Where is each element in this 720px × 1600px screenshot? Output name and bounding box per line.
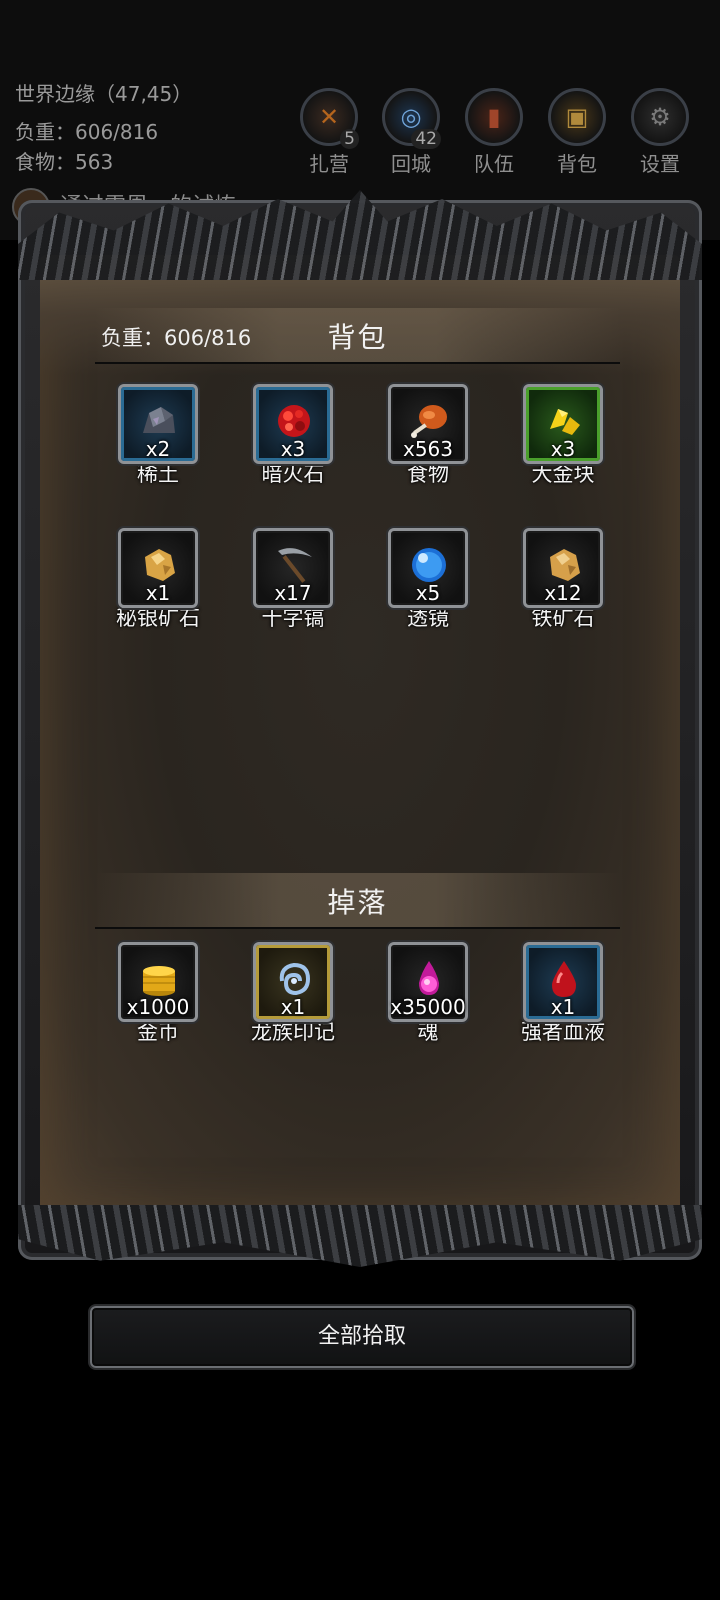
- hud-food-label: 食物：563: [15, 150, 114, 174]
- item-count: x2: [145, 437, 171, 461]
- item-count: x35000: [390, 995, 466, 1019]
- return-city-label: 回城: [391, 152, 431, 176]
- item-count: x3: [280, 437, 306, 461]
- drop-item-gold-coins[interactable]: x1000 金币: [91, 942, 225, 1054]
- item-count: x12: [544, 581, 582, 605]
- camp-label: 扎营: [309, 152, 349, 176]
- backpack-item-iron-ore[interactable]: x12 铁矿石: [496, 528, 630, 640]
- team-label: 队伍: [474, 152, 514, 176]
- backpack-button[interactable]: ▣ 背包: [544, 88, 610, 177]
- pick-all-button[interactable]: 全部拾取: [90, 1306, 634, 1368]
- item-count: x1: [550, 995, 576, 1019]
- backpack-title: 背包: [327, 321, 388, 354]
- item-count: x5: [415, 581, 441, 605]
- backpack-item-rare-earth[interactable]: x2 稀土: [91, 384, 225, 496]
- drop-item-blood[interactable]: x1 强者血液: [496, 942, 630, 1054]
- backpack-item-pickaxe[interactable]: x17 十字镐: [226, 528, 360, 640]
- backpack-item-lens[interactable]: x5 透镜: [361, 528, 495, 640]
- ornament-bottom: [18, 1205, 702, 1267]
- drop-item-dragon-mark[interactable]: x1 龙族印记: [226, 942, 360, 1054]
- backpack-item-gold-nugget[interactable]: x3 大金块: [496, 384, 630, 496]
- backpack-item-food[interactable]: x563 食物: [361, 384, 495, 496]
- item-count: x3: [550, 437, 576, 461]
- drop-item-soul[interactable]: x35000 魂: [361, 942, 495, 1054]
- team-icon: ▮: [487, 103, 501, 131]
- location-label: 世界边缘（47,45）: [15, 82, 193, 106]
- item-count: x17: [274, 581, 312, 605]
- backpack-section-header: 负重：606/816 背包: [95, 308, 620, 364]
- backpack-item-dark-fire-stone[interactable]: x3 暗火石: [226, 384, 360, 496]
- camp-button[interactable]: ✕ 5 扎营: [296, 88, 362, 177]
- drops-section-header: 掉落: [95, 873, 620, 929]
- backpack-icon: ▣: [565, 103, 589, 131]
- settings-label: 设置: [640, 152, 680, 176]
- return-city-button[interactable]: ◎ 42 回城: [378, 88, 444, 177]
- hud-weight-label: 负重：606/816: [15, 120, 159, 144]
- team-button[interactable]: ▮ 队伍: [461, 88, 527, 177]
- item-count: x1: [280, 995, 306, 1019]
- portal-icon: ◎: [400, 103, 422, 131]
- drops-title: 掉落: [327, 886, 388, 919]
- settings-button[interactable]: ⚙ 设置: [627, 88, 693, 177]
- item-count: x1000: [126, 995, 190, 1019]
- gear-icon: ⚙: [649, 103, 671, 131]
- item-count: x563: [402, 437, 453, 461]
- backpack-item-mithril-ore[interactable]: x1 秘银矿石: [91, 528, 225, 640]
- backpack-label: 背包: [557, 152, 597, 176]
- return-city-badge: 42: [411, 129, 441, 149]
- item-count: x1: [145, 581, 171, 605]
- camp-badge: 5: [340, 129, 359, 149]
- camp-icon: ✕: [318, 103, 340, 131]
